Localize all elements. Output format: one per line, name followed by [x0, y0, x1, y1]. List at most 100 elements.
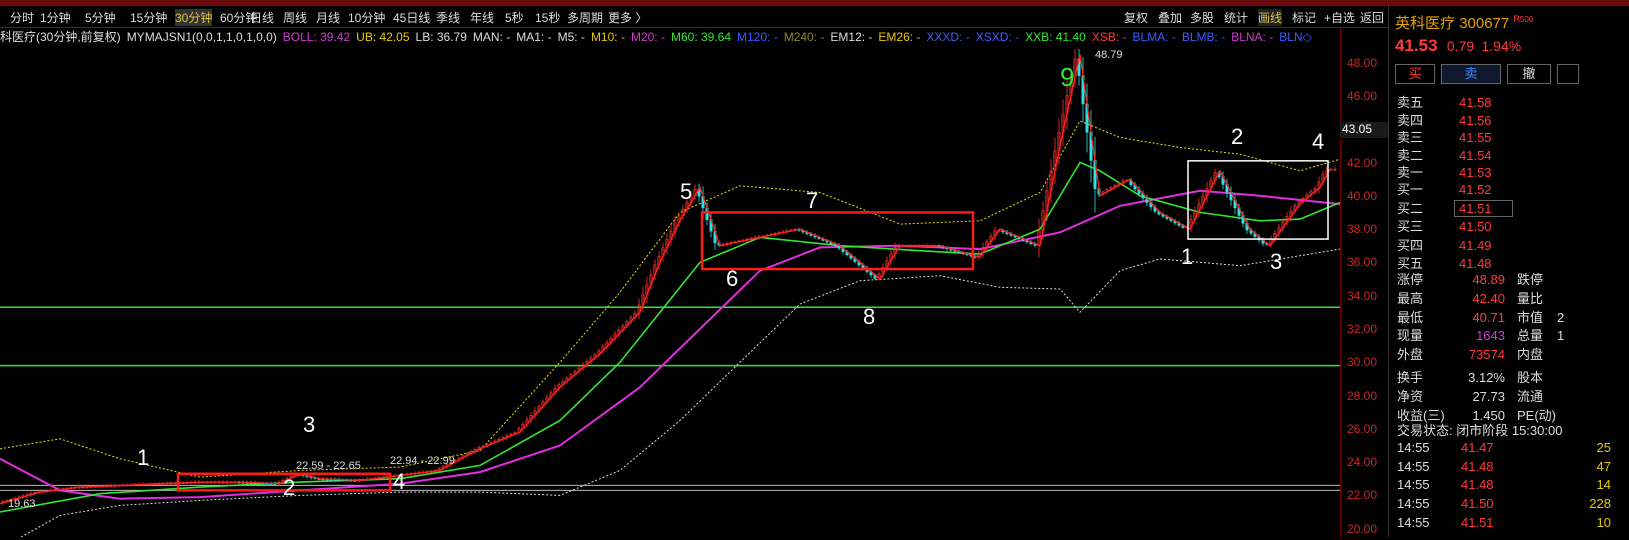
stat-label-2: 股本: [1517, 370, 1544, 385]
y-tick-label: 26.00: [1347, 421, 1378, 436]
annotation-label: 4: [1312, 129, 1324, 154]
ask-price: 41.58: [1459, 95, 1492, 110]
period-tab-6[interactable]: 日线: [250, 9, 274, 26]
stat-value: 48.89: [1472, 272, 1505, 287]
stat-label: 涨停: [1397, 272, 1424, 287]
ask-row[interactable]: 卖五 41.58: [1397, 92, 1492, 111]
toolbar-button-5[interactable]: 标记: [1292, 9, 1316, 26]
y-tick-label: 46.00: [1347, 88, 1378, 103]
ask-row[interactable]: 卖四 41.56: [1397, 110, 1492, 129]
stat-value: 42.40: [1472, 290, 1505, 306]
ask-price: 41.56: [1459, 112, 1492, 128]
annotation-label: 8: [863, 304, 875, 329]
indicator-value-17: BLMA: -: [1132, 30, 1176, 44]
ask-row[interactable]: 卖二 41.54: [1397, 145, 1492, 164]
price-label: 48.79: [1095, 49, 1123, 61]
tick-time: 14:55: [1397, 514, 1430, 530]
annotation-label: 2: [1231, 124, 1243, 149]
y-tick-label: 32.00: [1347, 321, 1378, 336]
bid-row[interactable]: 买四 41.49: [1397, 235, 1492, 254]
y-tick-label: 30.00: [1347, 355, 1378, 370]
period-tab-11[interactable]: 季线: [436, 9, 460, 26]
tick-price: 41.51: [1461, 514, 1494, 530]
cancel-button[interactable]: 撤: [1507, 64, 1551, 84]
indicator-value-12: EM26: -: [878, 30, 921, 44]
indicator-value-7: M20: -: [630, 30, 665, 44]
tick-row: 14:55 41.48 14: [1397, 477, 1611, 492]
toolbar-button-1[interactable]: 叠加: [1158, 9, 1182, 26]
indicator-value-4: MA1: -: [516, 30, 552, 44]
stat-label: 换手: [1397, 370, 1424, 385]
period-tab-13[interactable]: 5秒: [505, 9, 524, 26]
stat-row: 净资 27.73 流通: [1397, 386, 1557, 405]
ask-row[interactable]: 卖三 41.55: [1397, 127, 1492, 146]
indicator-value-14: XSXD: -: [975, 30, 1020, 44]
y-tick-label: 24.00: [1347, 455, 1378, 470]
bid-label: 买二: [1397, 200, 1424, 216]
period-tab-0[interactable]: 分时: [10, 9, 34, 26]
period-tab-15[interactable]: 多周期: [567, 9, 603, 26]
kline-chart[interactable]: 48.79 22.59 - 22.65 22.94 - 22.99 19.63 1 2 3 4…: [0, 46, 1341, 540]
period-tab-16[interactable]: 更多 〉: [608, 9, 647, 26]
tick-row: 14:55 41.50 228: [1397, 496, 1611, 511]
annotation-label: 5: [680, 179, 692, 204]
stat-row: 最高 42.40 量比: [1397, 288, 1557, 307]
price-change: 0.79: [1446, 38, 1475, 54]
bid-label: 买三: [1397, 219, 1424, 234]
toolbar-button-3[interactable]: 统计: [1224, 9, 1248, 26]
sell-button[interactable]: 卖: [1441, 64, 1501, 84]
ask-label: 卖四: [1397, 112, 1424, 128]
period-tab-7[interactable]: 周线: [283, 9, 307, 26]
bid-row[interactable]: 买二 41.51: [1397, 198, 1513, 217]
toolbar-button-0[interactable]: 复权: [1124, 9, 1148, 26]
period-tab-3[interactable]: 15分钟: [130, 9, 167, 26]
ask-price: 41.53: [1459, 165, 1492, 180]
annotation-label: 2: [283, 475, 295, 500]
tick-volume: 25: [1596, 440, 1611, 455]
stat-row: 最低 40.71 市值 2: [1397, 307, 1564, 326]
indicator-value-18: BLMB: -: [1181, 30, 1226, 44]
stat-value: 40.71: [1472, 309, 1505, 325]
toolbar-button-6[interactable]: +自选: [1324, 9, 1355, 26]
stat-label-2: 量比: [1517, 290, 1544, 306]
annotation-label: 1: [1181, 244, 1193, 269]
more-button[interactable]: [1557, 64, 1579, 84]
period-tab-12[interactable]: 年线: [470, 9, 494, 26]
price-summary: 41.53 0.79 1.94%: [1395, 36, 1521, 56]
period-tab-10[interactable]: 45日线: [393, 9, 430, 26]
stat-value-2: 1: [1557, 328, 1565, 344]
stat-row: 换手 3.12% 股本: [1397, 367, 1557, 386]
period-tab-4[interactable]: 30分钟: [175, 9, 213, 26]
ask-price: 41.55: [1459, 130, 1492, 145]
toolbar-button-7[interactable]: 返回: [1360, 9, 1384, 26]
last-price: 41.53: [1395, 36, 1438, 55]
period-tab-9[interactable]: 10分钟: [348, 9, 385, 26]
buy-button[interactable]: 买: [1395, 64, 1435, 84]
period-tab-2[interactable]: 5分钟: [85, 9, 116, 26]
stock-name: 英科医疗: [1395, 15, 1456, 32]
annotation-label: 3: [303, 412, 315, 437]
toolbar-button-4[interactable]: 画线: [1258, 9, 1283, 26]
annotation-label: 3: [1270, 249, 1282, 274]
stat-label: 最高: [1397, 290, 1424, 306]
stat-value-2: 2: [1557, 309, 1565, 325]
current-price-tag: 43.05: [1340, 122, 1388, 138]
indicator-value-3: MAN: -: [472, 30, 511, 44]
indicator-value-1: UB: 42.05: [356, 30, 410, 44]
indicator-formula[interactable]: MYMAJSN1(0,0,1,1,0,1,0,0): [127, 30, 277, 44]
price-change-pct: 1.94%: [1481, 38, 1522, 54]
indicator-bar: 科医疗(30分钟,前复权) MYMAJSN1(0,0,1,1,0,1,0,0) BO…: [0, 28, 1340, 46]
stat-value: 3.12%: [1468, 370, 1505, 385]
period-tab-8[interactable]: 月线: [316, 9, 340, 26]
bid-row[interactable]: 买一 41.52: [1397, 179, 1492, 198]
toolbar-button-2[interactable]: 多股: [1190, 9, 1214, 26]
bid-row[interactable]: 买三 41.50: [1397, 216, 1492, 235]
period-tab-1[interactable]: 1分钟: [40, 9, 71, 26]
chart-canvas[interactable]: 48.79 22.59 - 22.65 22.94 - 22.99 19.63 1 2 3 4…: [0, 46, 1341, 540]
y-tick-label: 28.00: [1347, 388, 1378, 403]
period-tab-14[interactable]: 15秒: [535, 9, 560, 26]
annotation-label: 6: [726, 266, 738, 291]
quote-panel: 英科医疗 300677 R500 41.53 0.79 1.94% 买 卖 撤 …: [1388, 6, 1629, 537]
price-axis: 48.0046.0044.0042.0040.0038.0036.0034.00…: [1340, 28, 1388, 537]
y-tick-label: 34.00: [1347, 288, 1378, 303]
